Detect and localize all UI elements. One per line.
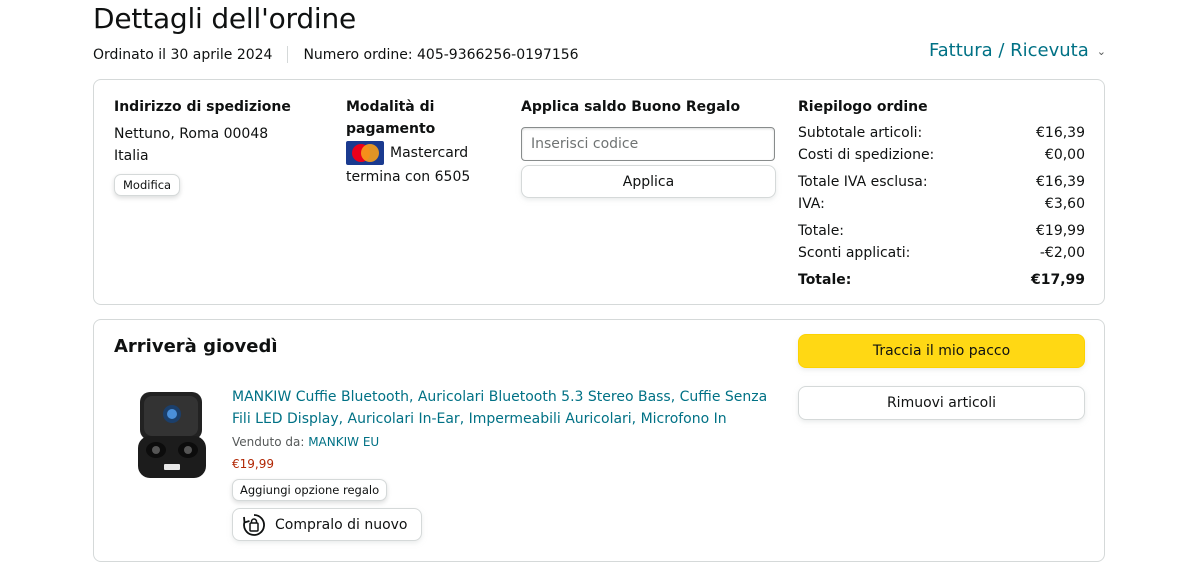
payment-title: Modalità di pagamento: [346, 99, 436, 137]
invoice-label: Fattura / Ricevuta: [928, 40, 1089, 61]
shipment-box: Arriverà giovedì MANKIW Cuffie Bluetooth…: [93, 319, 1105, 562]
payment-card-line: Mastercard: [346, 141, 486, 165]
gift-card-section: Applica saldo Buono Regalo Applica: [521, 96, 777, 198]
seller-line: Venduto da: MANKIW EU: [232, 431, 777, 453]
chevron-down-icon: ⌄: [1096, 45, 1106, 58]
buy-again-button[interactable]: Compralo di nuovo: [232, 508, 422, 541]
summary-row-shipping: Costi di spedizione: €0,00: [798, 147, 1085, 163]
sold-by-label: Venduto da:: [232, 435, 305, 449]
buy-again-label: Compralo di nuovo: [275, 516, 408, 533]
card-ending: termina con 6505: [346, 169, 471, 185]
remove-items-button[interactable]: Rimuovi articoli: [798, 386, 1085, 420]
summary-row-net: Totale IVA esclusa: €16,39: [798, 174, 1085, 190]
summary-title: Riepilogo ordine: [798, 99, 928, 115]
edit-address-button[interactable]: Modifica: [114, 174, 181, 196]
address-line-2: Italia: [114, 148, 149, 164]
summary-row-total: Totale: €19,99: [798, 223, 1085, 239]
card-name: Mastercard: [390, 145, 469, 161]
add-gift-option-button[interactable]: Aggiungi opzione regalo: [232, 479, 388, 501]
summary-row-discount: Sconti applicati: -€2,00: [798, 245, 1085, 261]
summary-row-subtotal: Subtotale articoli: €16,39: [798, 125, 1085, 141]
shipping-address-section: Indirizzo di spedizione Nettuno, Roma 00…: [114, 96, 304, 196]
order-totals-section: Riepilogo ordine Subtotale articoli: €16,…: [798, 96, 1085, 291]
order-number: Numero ordine: 405-9366256-0197156: [303, 46, 579, 63]
meta-divider: [287, 46, 289, 63]
product-price: €19,99: [232, 457, 274, 471]
page-title: Dettagli dell'ordine: [93, 2, 357, 35]
order-date: Ordinato il 30 aprile 2024: [93, 46, 273, 63]
product-title-link[interactable]: MANKIW Cuffie Bluetooth, Auricolari Blue…: [232, 386, 777, 430]
invoice-dropdown[interactable]: Fattura / Ricevuta ⌄: [929, 40, 1106, 61]
product-image[interactable]: [134, 388, 210, 482]
gift-card-title: Applica saldo Buono Regalo: [521, 99, 741, 115]
summary-row-vat: IVA: €3,60: [798, 196, 1085, 212]
address-line-1: Nettuno, Roma 00048: [114, 126, 269, 142]
track-package-button[interactable]: Traccia il mio pacco: [798, 334, 1085, 368]
order-summary-box: Indirizzo di spedizione Nettuno, Roma 00…: [93, 79, 1105, 305]
arrival-heading: Arriverà giovedì: [114, 336, 278, 357]
summary-row-grand-total: Totale: €17,99: [798, 272, 1085, 288]
mastercard-icon: [346, 141, 384, 165]
gift-code-input[interactable]: [521, 127, 775, 161]
seller-link[interactable]: MANKIW EU: [308, 435, 379, 449]
buy-again-icon: [243, 513, 265, 536]
apply-gift-button[interactable]: Applica: [521, 165, 776, 198]
shipping-title: Indirizzo di spedizione: [114, 99, 291, 115]
product-info: MANKIW Cuffie Bluetooth, Auricolari Blue…: [232, 386, 777, 541]
order-meta: Ordinato il 30 aprile 2024 Numero ordine…: [93, 46, 579, 63]
payment-method-section: Modalità di pagamento Mastercard termina…: [346, 96, 486, 188]
